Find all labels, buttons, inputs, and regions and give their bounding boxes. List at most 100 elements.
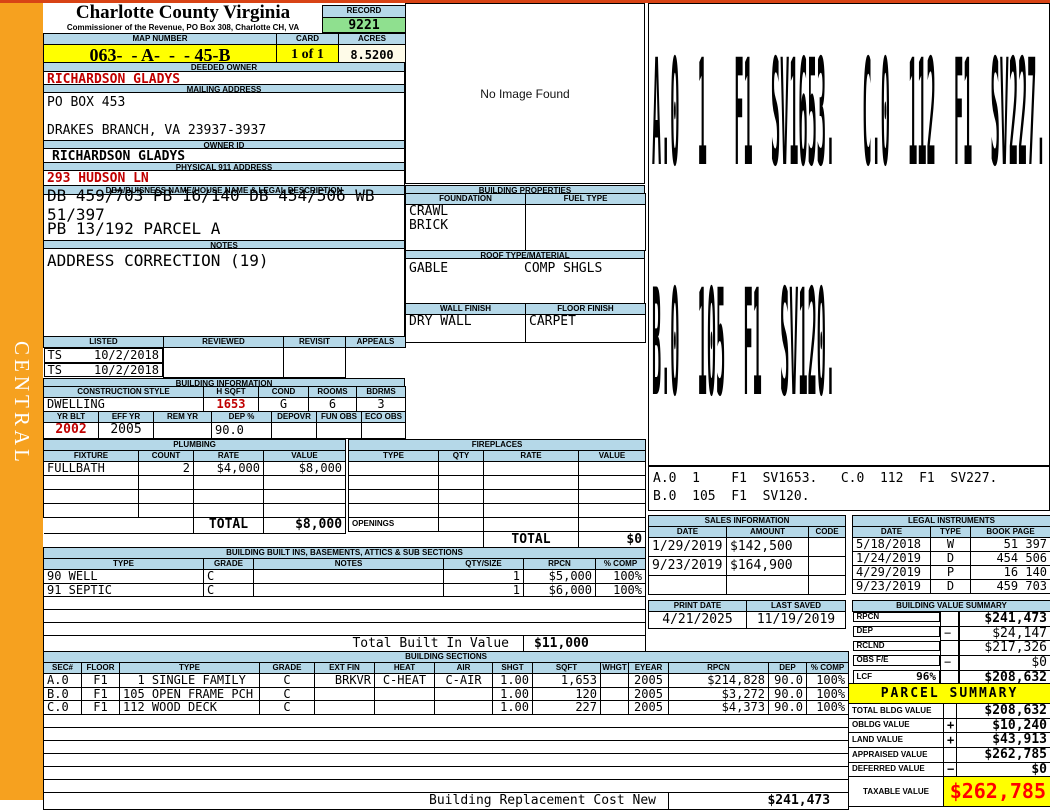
fuel-value (526, 205, 646, 251)
ps-label: LAND VALUE (849, 733, 944, 748)
foundation-value: CRAWLBRICK (406, 205, 526, 251)
fireplaces-total-label: TOTAL (484, 532, 579, 548)
listed-by: TS (48, 349, 62, 362)
vs-value: $24,147 (959, 626, 1050, 641)
builtins-title: BUILDING BUILT INS, BASEMENTS, ATTICS & … (44, 548, 646, 559)
builtin-notes (254, 583, 444, 597)
fireplaces-col-value: VALUE (579, 451, 646, 462)
inst-type: W (931, 538, 971, 552)
fireplaces-table: FIREPLACES TYPE QTY RATE VALUE OPENINGS … (348, 439, 646, 548)
building-info-style-table: CONSTRUCTION STYLE H SQFT COND ROOMS BDR… (43, 386, 406, 412)
ps-op (944, 747, 957, 762)
builtin-grade: C (204, 583, 254, 597)
roof-material-value: COMP SHGLS (524, 261, 602, 276)
taxable-value-label: TAXABLE VALUE (849, 777, 944, 807)
empty-cell (264, 489, 346, 503)
plumbing-value: $8,000 (264, 462, 346, 476)
revisit-label: REVISIT (284, 337, 346, 348)
mailing-line1: PO BOX 453 (47, 95, 125, 110)
listed-value: TS 10/2/2018 (44, 348, 164, 363)
listed-date: 10/2/2018 (94, 349, 159, 362)
sale-amount: $142,500 (727, 538, 809, 557)
builtins-col-comp: % COMP (596, 559, 646, 570)
cond-label: COND (259, 387, 309, 398)
table-row: 9/23/2019 $164,900 (649, 557, 846, 576)
sales-col-amount: AMOUNT (727, 527, 809, 538)
heat: C-HEAT (375, 674, 435, 688)
rooms-label: ROOMS (309, 387, 357, 398)
col-sec: SEC# (44, 663, 82, 674)
empty-cell (579, 504, 646, 518)
empty-row (44, 610, 646, 623)
ps-label: DEFERRED VALUE (849, 762, 944, 777)
air: C-AIR (435, 674, 493, 688)
print-date-label: PRINT DATE (649, 601, 747, 612)
empty-cell (349, 490, 439, 504)
ps-label: OBLDG VALUE (849, 718, 944, 733)
wall-finish-value: DRY WALL (406, 315, 526, 343)
print-date-value: 4/21/2025 (649, 612, 747, 629)
building-sections-title: BUILDING SECTIONS (44, 652, 849, 663)
table-row: 1/24/2019 D 454 506 (853, 552, 1050, 566)
builtins-col-rpcn: RPCN (524, 559, 596, 570)
sec: A.0 (44, 674, 82, 688)
empty-cell (484, 490, 579, 504)
empty-cell (194, 475, 264, 489)
builtin-notes (254, 570, 444, 584)
taxable-value: $262,785 (944, 777, 1050, 807)
parcel-summary-title: PARCEL SUMMARY (849, 684, 1050, 704)
heat (375, 701, 435, 715)
reviewed-date: 10/2/2018 (94, 364, 159, 377)
inst-type: D (931, 552, 971, 566)
floor: F1 (82, 674, 120, 688)
col-grade: GRADE (260, 663, 315, 674)
sec: C.0 (44, 701, 82, 715)
region-sidebar: CENTRAL (0, 3, 43, 800)
ecoobs-value (362, 422, 406, 438)
dep: 90.0 (769, 687, 807, 701)
empty-cell (809, 576, 846, 595)
col-shgt: SHGT (493, 663, 533, 674)
rpcn: $3,272 (669, 687, 769, 701)
foundation-label: FOUNDATION (406, 194, 526, 205)
instruments-title: LEGAL INSTRUMENTS (853, 516, 1050, 527)
building-info-year-table: YR BLT EFF YR REM YR DEP % DEPOVR FUN OB… (43, 411, 406, 439)
vs-label: RCLND (857, 642, 885, 650)
inst-date: 9/23/2019 (853, 580, 931, 594)
builtin-qty: 1 (444, 583, 524, 597)
heat (375, 687, 435, 701)
sales-table: SALES INFORMATION DATE AMOUNT CODE 1/29/… (648, 515, 846, 595)
builtins-table: BUILDING BUILT INS, BASEMENTS, ATTICS & … (43, 547, 646, 653)
plumbing-col-value: VALUE (264, 451, 346, 462)
empty-cell (349, 504, 439, 518)
empty-cell (484, 462, 579, 476)
plumbing-table: PLUMBING FIXTURE COUNT RATE VALUE FULLBA… (43, 439, 346, 534)
table-row: RPCN $241,473 (853, 612, 1050, 627)
sketch-legend: A.0 1 F1 SV1653. C.0 112 F1 SV227. B.0 1… (648, 466, 1050, 511)
col-heat: HEAT (375, 663, 435, 674)
empty-row (44, 779, 849, 792)
eyear: 2005 (629, 674, 669, 688)
acres-label: ACRES (339, 34, 406, 45)
table-row: 90 WELL C 1 $5,000 100% (44, 570, 646, 584)
dep-label: DEP % (212, 411, 272, 422)
col-air: AIR (435, 663, 493, 674)
comp: 100% (807, 687, 849, 701)
col-sqft: SQFT (533, 663, 601, 674)
last-saved-label: LAST SAVED (747, 601, 846, 612)
no-image-text: No Image Found (480, 87, 569, 101)
empty-cell (484, 504, 579, 518)
county-name: Charlotte County Virginia (43, 3, 323, 23)
inst-bookpage: 459 703 (971, 580, 1050, 594)
roof-type-value: GABLE (409, 261, 448, 276)
inst-date: 4/29/2019 (853, 566, 931, 580)
table-row: TOTAL BLDG VALUE $208,632 (849, 704, 1050, 719)
depovr-value (272, 422, 317, 438)
extfin: BRKVR (315, 674, 375, 688)
builtin-type: 91 SEPTIC (44, 583, 204, 597)
whgt (601, 674, 629, 688)
remyr-label: REM YR (154, 411, 212, 422)
extfin (315, 701, 375, 715)
builtin-rpcn: $6,000 (524, 583, 596, 597)
table-row: B.0 F1 105 OPEN FRAME PCH C 1.00 120 200… (44, 687, 849, 701)
